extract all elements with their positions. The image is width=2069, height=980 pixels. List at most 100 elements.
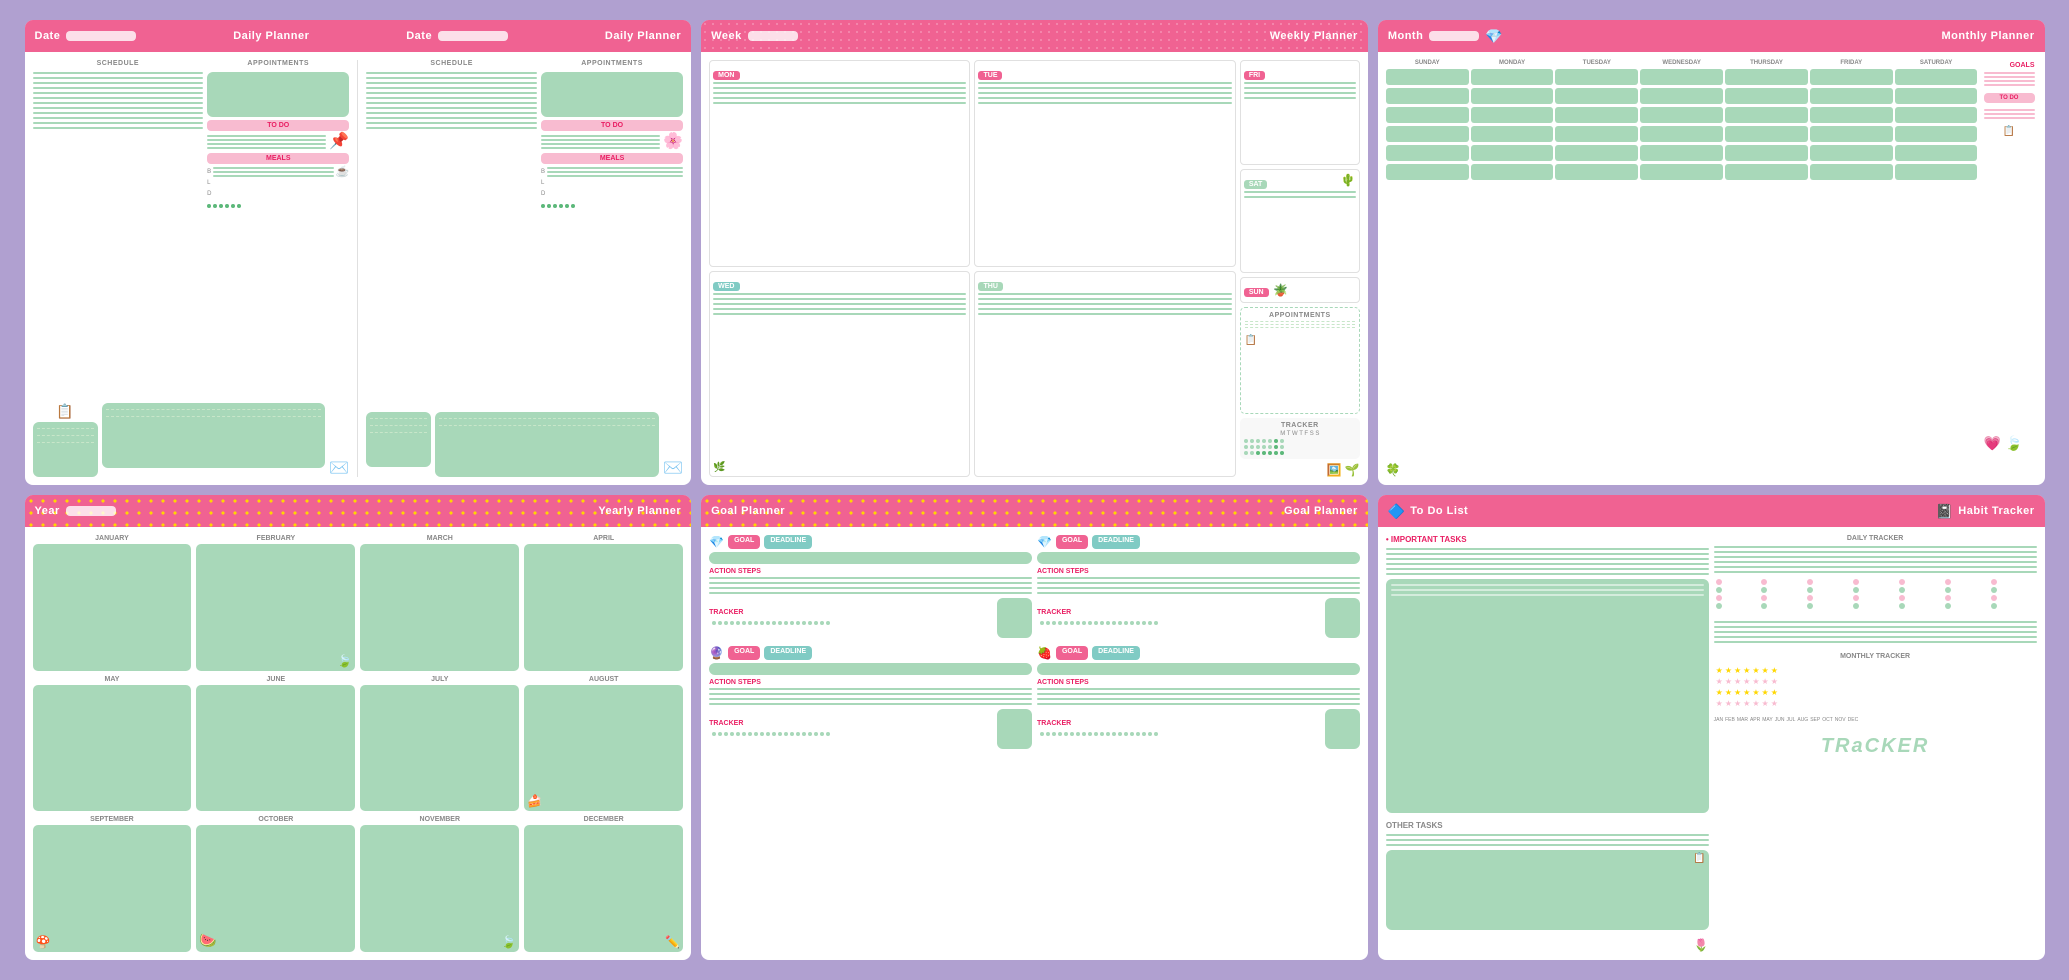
year-jun: JUNE (196, 676, 355, 812)
month-col-wed: WEDNESDAY (1640, 60, 1723, 455)
daily-title2: Daily Planner (605, 30, 681, 42)
jun-label: JUNE (196, 676, 355, 683)
daily-planner-card: Date Daily Planner Date Daily Planner SC… (25, 20, 692, 485)
week-thu: THU (974, 271, 1235, 478)
year-dec: DECEMBER ✏️ (524, 816, 683, 952)
goal1-label: GOAL (728, 535, 760, 549)
year-jul: JULY (360, 676, 519, 812)
goal4-input (1037, 663, 1360, 675)
todo-label: TO DO (207, 120, 349, 131)
appt-box-r (541, 72, 683, 117)
goal3-label: GOAL (1056, 535, 1088, 549)
thu-header: THURSDAY (1725, 60, 1808, 66)
main-grid: Date Daily Planner Date Daily Planner SC… (15, 10, 2055, 970)
tracker1-label: TRACKER (709, 609, 994, 616)
week-sat: SAT 🌵 (1240, 169, 1360, 274)
leaf-feb: 🍃 (337, 654, 352, 668)
year-jan: JANUARY (33, 535, 192, 671)
deadline4-label: DEADLINE (1092, 646, 1140, 660)
daily-title1: Daily Planner (233, 30, 309, 42)
month-field (1429, 31, 1479, 41)
sun-tag: SUN (1244, 288, 1269, 297)
deadline3-label: DEADLINE (1092, 535, 1140, 549)
crystal-goal2: 🔮 (709, 646, 724, 660)
appt-section: APPOINTMENTS 📋 (1240, 307, 1360, 414)
todo-deco-r: 🌸 (663, 134, 683, 150)
year-sep: SEPTEMBER 🍄 (33, 816, 192, 952)
month-col-sat: SATURDAY (1895, 60, 1978, 455)
month-label: Month (1388, 30, 1423, 42)
year-field (66, 506, 116, 516)
fri-header: FRIDAY (1810, 60, 1893, 66)
habit-title: Habit Tracker (1958, 505, 2034, 517)
jan-label: JANUARY (33, 535, 192, 542)
habit-col: DAILY TRACKER MONTHL (1714, 535, 2037, 952)
mushroom-sep: 🍄 (36, 935, 51, 949)
flower-todo: 🌷 (1694, 938, 1709, 952)
note-icon-weekly: 📋 (1245, 335, 1257, 346)
week-field (748, 31, 798, 41)
goal-title-right: Goal Planner (1284, 505, 1358, 517)
weekly-title: Weekly Planner (1270, 30, 1358, 42)
important-tasks-label: • IMPORTANT TASKS (1386, 535, 1709, 544)
other-tasks-label: OTHER TASKS (1386, 821, 1709, 830)
year-feb: FEBRUARY🍃 (196, 535, 355, 671)
week-sun: SUN 🪴 (1240, 277, 1360, 303)
goal2-note (997, 709, 1032, 749)
goal3-section: 💎 GOAL DEADLINE ACTION STEPS TRACKER (1037, 535, 1360, 638)
date-label1: Date (35, 30, 61, 42)
monthly-grid: SUNDAY MONDAY TUESDAY WEDNESDAY THURSDAY… (1386, 60, 1978, 455)
week-tue: TUE (974, 60, 1235, 267)
gem-goal1: 💎 (709, 535, 724, 549)
goal3-input (1037, 552, 1360, 564)
meals-label: MEALS (207, 153, 349, 164)
tracker-label: TRACKER (1244, 422, 1356, 429)
cake-aug: 🍰 (527, 794, 542, 808)
crystal-todo: 🔷 (1388, 503, 1405, 520)
year-aug: AUGUST🍰 (524, 676, 683, 812)
action-steps1-label: ACTION STEPS (709, 568, 1032, 575)
leaf-deco: 🍃 (2005, 435, 2022, 451)
todo-monthly-label: TO DO (1984, 93, 2035, 103)
dec-label: DECEMBER (524, 816, 683, 823)
daily-left: SCHEDULE APPOINTMENTS TO DO (33, 60, 350, 477)
watermelon-oct: 🍉 (199, 932, 216, 949)
meals-deco: ☕ (336, 167, 350, 178)
schedule-lines (33, 72, 204, 129)
wed-tag: WED (713, 282, 739, 291)
goal-title-left: Goal Planner (711, 505, 785, 517)
important-tasks-box (1386, 579, 1709, 813)
goal2-label: GOAL (728, 646, 760, 660)
apr-label: APRIL (524, 535, 683, 542)
monthly-star-grid: ★★★★★★★ ★★★★★★★ ★★★★★★★ ★★★★★★★ (1714, 664, 2037, 710)
pencil-dec: ✏️ (665, 935, 680, 949)
tracker-mini: TRACKER M T W T F S S (1240, 418, 1360, 459)
mar-label: MARCH (360, 535, 519, 542)
yearly-body: JANUARY FEBRUARY🍃 MARCH APRIL MAY JUNE J… (25, 527, 692, 960)
week-mon: MON (709, 60, 970, 267)
heart-deco: 💗 (1984, 435, 2001, 451)
goal-right-col: 💎 GOAL DEADLINE ACTION STEPS TRACKER (1037, 535, 1360, 952)
note-other: 📋 (1693, 853, 1705, 864)
weekly-body: MON TUE WED 🌿 THU (701, 52, 1368, 485)
goal2-section: 🔮 GOAL DEADLINE ACTION STEPS TRACKER (709, 646, 1032, 749)
sun-header: SUNDAY (1386, 60, 1469, 66)
appt-label-r: APPOINTMENTS (541, 60, 683, 67)
sep-label: SEPTEMBER (33, 816, 192, 823)
yearly-title: Yearly Planner (598, 505, 681, 517)
goal4-section: 🍓 GOAL DEADLINE ACTION STEPS TRACKER (1037, 646, 1360, 749)
oct-label: OCTOBER (196, 816, 355, 823)
month-col-thu: THURSDAY (1725, 60, 1808, 455)
monthly-body: SUNDAY MONDAY TUESDAY WEDNESDAY THURSDAY… (1378, 52, 2045, 485)
daily-right: SCHEDULE APPOINTMENTS TO DO (366, 60, 683, 477)
bld-r: B L D (541, 167, 545, 199)
note-monthly: 📋 (1984, 126, 2035, 137)
month-col-tue: TUESDAY (1555, 60, 1638, 455)
mon-tag: MON (713, 71, 739, 80)
goal1-section: 💎 GOAL DEADLINE ACTION STEPS TRACKER (709, 535, 1032, 638)
schedule-label: SCHEDULE (33, 60, 204, 67)
action-steps2-label: ACTION STEPS (709, 679, 1032, 686)
tracker3-label: TRACKER (1037, 609, 1322, 616)
meals-label-r: MEALS (541, 153, 683, 164)
year-nov: NOVEMBER🍃 (360, 816, 519, 952)
